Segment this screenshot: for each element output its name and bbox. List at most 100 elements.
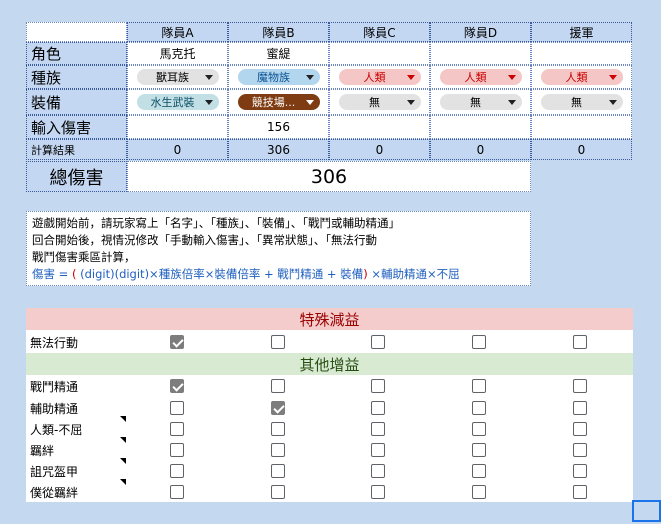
checkbox[interactable] bbox=[573, 335, 587, 349]
checkbox[interactable] bbox=[472, 443, 486, 457]
checkbox[interactable] bbox=[472, 422, 486, 436]
checkbox[interactable] bbox=[573, 485, 587, 499]
equip-cell[interactable]: 競技場... bbox=[228, 89, 329, 115]
equip-dropdown[interactable]: 無 bbox=[540, 94, 623, 110]
dropdown-arrow-icon bbox=[406, 99, 415, 105]
checkbox[interactable] bbox=[472, 335, 486, 349]
comment-marker-icon[interactable] bbox=[120, 479, 126, 485]
checkbox[interactable] bbox=[371, 422, 385, 436]
race-dropdown[interactable]: 人類 bbox=[439, 69, 522, 85]
role-cell[interactable]: 蜜緹 bbox=[228, 42, 329, 65]
damage-input-cell[interactable] bbox=[430, 115, 531, 139]
checkbox[interactable] bbox=[170, 401, 184, 415]
comment-marker-icon[interactable] bbox=[120, 458, 126, 464]
checkbox-checked[interactable] bbox=[271, 401, 285, 415]
checkbox[interactable] bbox=[170, 422, 184, 436]
damage-input-cell[interactable]: 156 bbox=[228, 115, 329, 139]
checkbox[interactable] bbox=[271, 443, 285, 457]
race-cell[interactable]: 人類 bbox=[430, 65, 531, 89]
comment-marker-icon[interactable] bbox=[120, 437, 126, 443]
checkbox[interactable] bbox=[271, 464, 285, 478]
role-cell[interactable] bbox=[430, 42, 531, 65]
dropdown-arrow-icon bbox=[406, 74, 415, 80]
status-row-label: 羈絆 bbox=[30, 444, 55, 458]
race-cell[interactable]: 人類 bbox=[531, 65, 632, 89]
checkbox[interactable] bbox=[271, 485, 285, 499]
dropdown-arrow-icon bbox=[608, 99, 617, 105]
column-header[interactable]: 隊員A bbox=[127, 22, 228, 42]
equip-cell[interactable]: 無 bbox=[430, 89, 531, 115]
equip-cell[interactable]: 無 bbox=[329, 89, 430, 115]
selection-handle[interactable] bbox=[632, 500, 661, 522]
race-dropdown[interactable]: 人類 bbox=[338, 69, 421, 85]
checkbox-checked[interactable] bbox=[170, 335, 184, 349]
column-header[interactable]: 隊員B bbox=[228, 22, 329, 42]
role-cell[interactable]: 馬克托 bbox=[127, 42, 228, 65]
instruction-line: 遊戲開始前，請玩家寫上「名字」、「種族」、「裝備」、「戰鬥或輔助精通」 bbox=[32, 216, 400, 230]
formula-suffix: ×輔助精通×不屈 bbox=[367, 267, 460, 281]
checkbox[interactable] bbox=[170, 443, 184, 457]
equip-dropdown[interactable]: 無 bbox=[338, 94, 421, 110]
total-damage-value[interactable]: 306 bbox=[127, 161, 531, 192]
checkbox[interactable] bbox=[271, 379, 285, 393]
damage-input-cell[interactable] bbox=[531, 115, 632, 139]
checkbox[interactable] bbox=[170, 485, 184, 499]
instructions-box[interactable]: 遊戲開始前，請玩家寫上「名字」、「種族」、「裝備」、「戰鬥或輔助精通」 回合開始… bbox=[26, 211, 531, 286]
formula-prefix: 傷害 = bbox=[32, 267, 72, 281]
checkbox[interactable] bbox=[371, 443, 385, 457]
race-dropdown[interactable]: 人類 bbox=[540, 69, 623, 85]
race-dropdown[interactable]: 獸耳族 bbox=[136, 69, 219, 85]
column-header[interactable]: 隊員C bbox=[329, 22, 430, 42]
race-cell[interactable]: 人類 bbox=[329, 65, 430, 89]
result-cell[interactable]: 0 bbox=[127, 139, 228, 160]
checkbox[interactable] bbox=[472, 464, 486, 478]
status-row-label: 僕從羈絆 bbox=[30, 486, 79, 500]
checkbox[interactable] bbox=[371, 379, 385, 393]
result-cell[interactable]: 0 bbox=[329, 139, 430, 160]
buff-header: 其他增益 bbox=[26, 353, 633, 375]
column-header[interactable]: 隊員D bbox=[430, 22, 531, 42]
checkbox[interactable] bbox=[371, 401, 385, 415]
role-cell[interactable] bbox=[531, 42, 632, 65]
damage-input-cell[interactable] bbox=[329, 115, 430, 139]
checkbox[interactable] bbox=[573, 379, 587, 393]
equip-value: 無 bbox=[470, 96, 481, 109]
equip-dropdown[interactable]: 競技場... bbox=[237, 94, 320, 110]
checkbox-checked[interactable] bbox=[170, 379, 184, 393]
dropdown-arrow-icon bbox=[204, 99, 213, 105]
race-cell[interactable]: 魔物族 bbox=[228, 65, 329, 89]
dropdown-arrow-icon bbox=[507, 74, 516, 80]
checkbox[interactable] bbox=[371, 464, 385, 478]
checkbox[interactable] bbox=[371, 485, 385, 499]
checkbox[interactable] bbox=[573, 443, 587, 457]
checkbox[interactable] bbox=[573, 464, 587, 478]
checkbox[interactable] bbox=[170, 464, 184, 478]
status-row-label: 戰鬥精通 bbox=[30, 380, 79, 394]
equip-cell[interactable]: 無 bbox=[531, 89, 632, 115]
checkbox[interactable] bbox=[271, 335, 285, 349]
checkbox[interactable] bbox=[472, 485, 486, 499]
race-value: 魔物族 bbox=[257, 71, 290, 84]
damage-input-cell[interactable] bbox=[127, 115, 228, 139]
result-cell[interactable]: 306 bbox=[228, 139, 329, 160]
race-dropdown[interactable]: 魔物族 bbox=[237, 69, 320, 85]
equip-value: 無 bbox=[369, 96, 380, 109]
checkbox[interactable] bbox=[371, 335, 385, 349]
comment-marker-icon[interactable] bbox=[120, 416, 126, 422]
equip-cell[interactable]: 水生武裝 bbox=[127, 89, 228, 115]
checkbox[interactable] bbox=[472, 401, 486, 415]
formula-body: (digit)(digit)×種族倍率×裝備倍率 + 戰鬥精通 + 裝備 bbox=[76, 267, 364, 281]
instruction-line: 回合開始後，視情況修改「手動輸入傷害」、「異常狀態」、「無法行動 bbox=[32, 233, 377, 247]
result-cell[interactable]: 0 bbox=[430, 139, 531, 160]
race-cell[interactable]: 獸耳族 bbox=[127, 65, 228, 89]
role-cell[interactable] bbox=[329, 42, 430, 65]
corner-cell[interactable] bbox=[26, 22, 127, 42]
checkbox[interactable] bbox=[472, 379, 486, 393]
equip-dropdown[interactable]: 無 bbox=[439, 94, 522, 110]
checkbox[interactable] bbox=[573, 401, 587, 415]
column-header[interactable]: 援軍 bbox=[531, 22, 632, 42]
equip-dropdown[interactable]: 水生武裝 bbox=[136, 94, 219, 110]
result-cell[interactable]: 0 bbox=[531, 139, 632, 160]
checkbox[interactable] bbox=[573, 422, 587, 436]
checkbox[interactable] bbox=[271, 422, 285, 436]
